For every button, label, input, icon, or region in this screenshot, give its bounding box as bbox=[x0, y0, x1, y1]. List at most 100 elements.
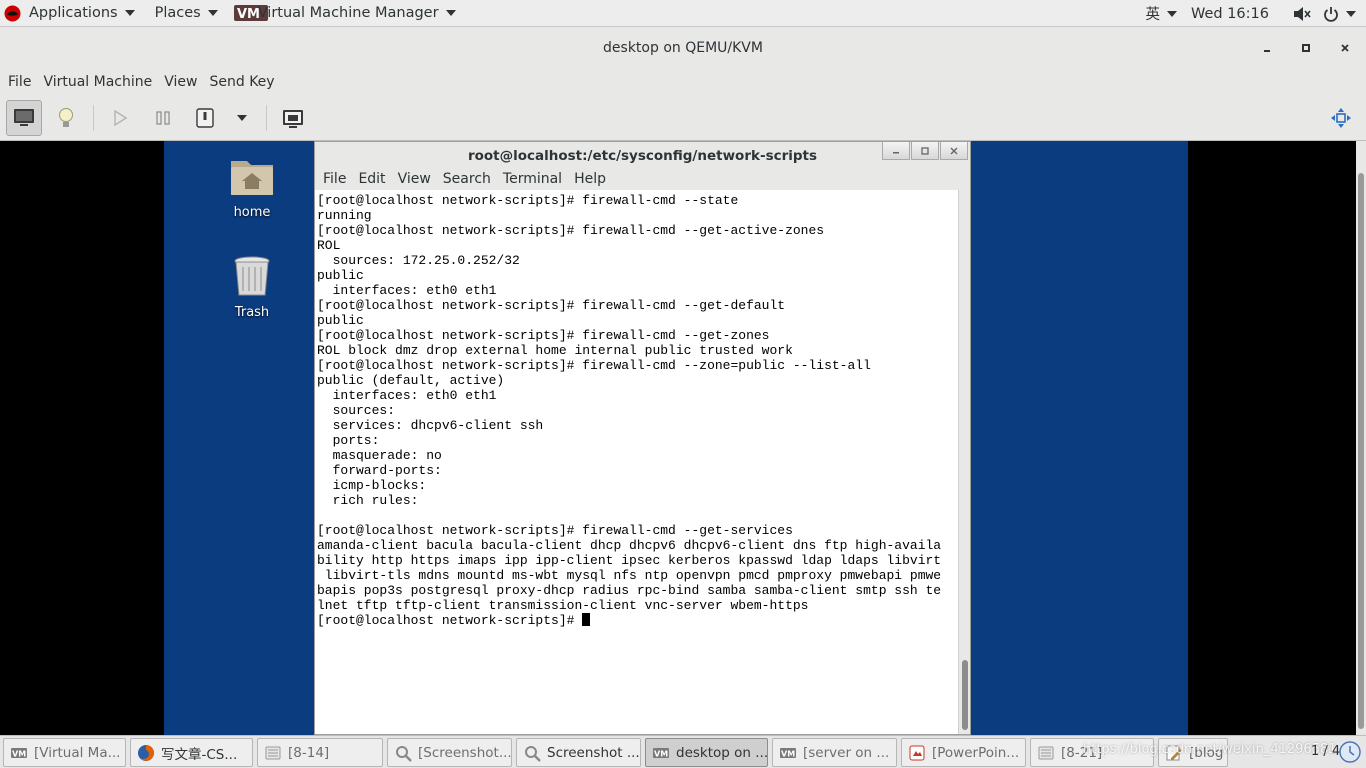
chevron-down-icon bbox=[124, 10, 135, 16]
shutdown-dropdown-button[interactable] bbox=[224, 100, 260, 136]
menu-virtual-machine[interactable]: Virtual Machine bbox=[37, 74, 158, 90]
virt-manager-icon: VM bbox=[780, 747, 796, 758]
redhat-icon bbox=[4, 5, 21, 21]
workspace-pager[interactable]: 1 / 4 bbox=[1311, 744, 1340, 759]
menu-send-key[interactable]: Send Key bbox=[203, 74, 280, 90]
top-bar-status: 英 Wed 16:16 bbox=[1141, 0, 1356, 27]
taskbar-button[interactable]: VM [Virtual Ma... bbox=[3, 738, 126, 767]
input-method-label: 英 bbox=[1145, 7, 1160, 23]
console-scrollbar-thumb[interactable] bbox=[1358, 173, 1364, 729]
guest-desktop[interactable]: home Trash root@localhost:/etc/sysconfig… bbox=[164, 141, 1188, 735]
minimize-button[interactable] bbox=[1257, 38, 1277, 58]
terminal-line: [root@localhost network-scripts]# firewa… bbox=[317, 223, 825, 238]
terminal-line: icmp-blocks: bbox=[317, 478, 435, 493]
terminal-line: [root@localhost network-scripts]# firewa… bbox=[317, 298, 786, 313]
taskbar-button-label: Screenshot ... bbox=[547, 744, 640, 761]
terminal-scrollbar-thumb[interactable] bbox=[962, 660, 968, 730]
home-folder-icon bbox=[231, 161, 273, 195]
terminal-menu-file[interactable]: File bbox=[317, 171, 352, 187]
pause-icon bbox=[156, 111, 170, 125]
pause-button[interactable] bbox=[145, 100, 181, 136]
terminal-minimize-button[interactable] bbox=[882, 142, 910, 160]
firefox-icon bbox=[138, 744, 154, 761]
taskbar-button[interactable]: VM desktop on ... bbox=[645, 738, 768, 767]
show-console-button[interactable] bbox=[6, 100, 42, 136]
taskbar-button[interactable]: [8-14] bbox=[257, 738, 383, 767]
terminal-line: amanda-client bacula bacula-client dhcp … bbox=[317, 538, 942, 553]
terminal-menu-search[interactable]: Search bbox=[437, 171, 497, 187]
minimize-icon bbox=[1264, 50, 1270, 52]
svg-text:VM: VM bbox=[237, 7, 260, 22]
terminal-scrollbar[interactable] bbox=[958, 190, 970, 734]
virt-manager-icon: VM bbox=[11, 747, 27, 758]
taskbar-button[interactable]: [PowerPoin... bbox=[901, 738, 1026, 767]
menu-view[interactable]: View bbox=[158, 74, 203, 90]
taskbar-button[interactable]: [Screenshot... bbox=[387, 738, 512, 767]
places-menu[interactable]: Places bbox=[143, 0, 226, 27]
taskbar-button-label: [server on ... bbox=[803, 744, 890, 761]
maximize-icon bbox=[1302, 44, 1310, 52]
terminal-line: ports: bbox=[317, 433, 388, 448]
snapshots-icon bbox=[283, 110, 303, 128]
terminal-output[interactable]: [root@localhost network-scripts]# firewa… bbox=[315, 190, 958, 734]
terminal-cursor bbox=[582, 613, 591, 626]
terminal-line: ROL block dmz drop external home interna… bbox=[317, 343, 793, 358]
vm-console[interactable]: home Trash root@localhost:/etc/sysconfig… bbox=[0, 141, 1356, 735]
terminal-menu-edit[interactable]: Edit bbox=[352, 171, 391, 187]
terminal-window[interactable]: root@localhost:/etc/sysconfig/network-sc… bbox=[314, 141, 971, 735]
terminal-maximize-button[interactable] bbox=[911, 142, 939, 160]
toolbar-separator bbox=[93, 105, 94, 131]
clock-label: Wed 16:16 bbox=[1190, 5, 1269, 22]
menu-file[interactable]: File bbox=[2, 74, 37, 90]
app-name-label: Virtual Machine Manager bbox=[257, 5, 439, 21]
terminal-menu-view[interactable]: View bbox=[392, 171, 437, 187]
dropdown-icon bbox=[237, 115, 247, 121]
fullscreen-icon bbox=[1331, 108, 1351, 128]
terminal-line: [root@localhost network-scripts]# bbox=[317, 613, 958, 628]
close-icon bbox=[950, 147, 958, 154]
desktop-icon-label: home bbox=[233, 205, 271, 220]
input-method-menu[interactable]: 英 bbox=[1141, 0, 1181, 27]
maximize-button[interactable] bbox=[1296, 38, 1316, 58]
terminal-menu-help[interactable]: Help bbox=[568, 171, 612, 187]
clock[interactable]: Wed 16:16 bbox=[1181, 0, 1291, 27]
chevron-down-icon bbox=[1166, 10, 1177, 17]
fullscreen-button[interactable] bbox=[1323, 100, 1359, 136]
chevron-down-icon bbox=[1346, 10, 1356, 17]
terminal-line: sources: bbox=[317, 403, 403, 418]
terminal-line: [root@localhost network-scripts]# firewa… bbox=[317, 523, 793, 538]
toolbar-separator bbox=[266, 105, 267, 131]
show-details-button[interactable] bbox=[48, 100, 84, 136]
close-button[interactable] bbox=[1335, 38, 1355, 58]
terminal-line: forward-ports: bbox=[317, 463, 450, 478]
taskbar-button[interactable]: Screenshot ... bbox=[516, 738, 641, 767]
svg-text:VM: VM bbox=[12, 749, 26, 758]
presentation-icon bbox=[909, 745, 925, 760]
minimize-icon bbox=[893, 151, 899, 153]
run-button[interactable] bbox=[102, 100, 138, 136]
app-menu[interactable]: VM Virtual Machine Manager bbox=[226, 0, 464, 27]
desktop-icon-label: Trash bbox=[234, 305, 270, 320]
taskbar-button[interactable]: 写文章-CS... bbox=[130, 738, 253, 767]
taskbar-button-label: [Screenshot... bbox=[418, 744, 512, 761]
window-title: desktop on QEMU/KVM bbox=[603, 40, 763, 56]
console-scrollbar[interactable] bbox=[1356, 141, 1366, 735]
svg-text:VM: VM bbox=[654, 749, 668, 758]
terminal-line: interfaces: eth0 eth1 bbox=[317, 388, 497, 403]
taskbar-button-label: 写文章-CS... bbox=[161, 746, 238, 763]
snapshots-button[interactable] bbox=[275, 100, 311, 136]
applications-menu[interactable]: Applications bbox=[0, 0, 143, 27]
terminal-menu-terminal[interactable]: Terminal bbox=[497, 171, 568, 187]
terminal-text: [root@localhost network-scripts]# firewa… bbox=[315, 190, 958, 628]
desktop-icon-trash[interactable]: Trash bbox=[212, 253, 292, 320]
workspace-indicator-icon[interactable] bbox=[1339, 741, 1361, 763]
power-icon bbox=[196, 108, 214, 128]
system-status-menu[interactable] bbox=[1291, 0, 1356, 27]
trash-icon bbox=[234, 256, 270, 296]
window-titlebar: desktop on QEMU/KVM bbox=[0, 27, 1366, 69]
desktop-icon-home[interactable]: home bbox=[212, 153, 292, 220]
terminal-close-button[interactable] bbox=[940, 142, 968, 160]
shutdown-button[interactable] bbox=[187, 100, 223, 136]
taskbar-button[interactable]: VM [server on ... bbox=[772, 738, 897, 767]
